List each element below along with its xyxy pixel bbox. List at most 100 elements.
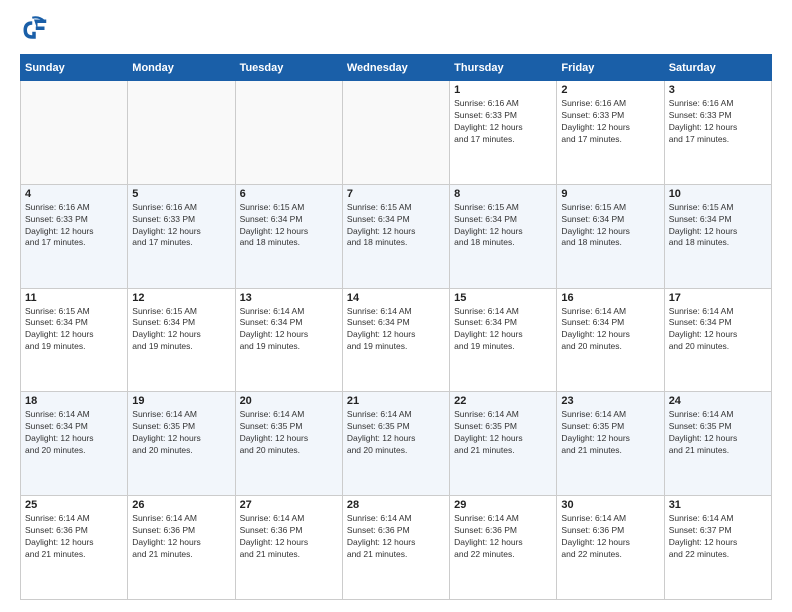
day-number: 25 [25,499,123,511]
day-number: 11 [25,292,123,304]
day-number: 7 [347,188,445,200]
day-number: 20 [240,395,338,407]
day-number: 27 [240,499,338,511]
day-info: Sunrise: 6:14 AM Sunset: 6:34 PM Dayligh… [561,306,659,354]
day-cell: 23 Sunrise: 6:14 AM Sunset: 6:35 PM Dayli… [557,392,664,496]
day-info: Sunrise: 6:15 AM Sunset: 6:34 PM Dayligh… [132,306,230,354]
day-number: 23 [561,395,659,407]
day-number: 18 [25,395,123,407]
day-cell: 2 Sunrise: 6:16 AM Sunset: 6:33 PM Daylig… [557,81,664,185]
day-info: Sunrise: 6:14 AM Sunset: 6:34 PM Dayligh… [454,306,552,354]
day-info: Sunrise: 6:14 AM Sunset: 6:34 PM Dayligh… [25,409,123,457]
header [20,16,772,44]
day-cell [342,81,449,185]
weekday-header-monday: Monday [128,55,235,81]
day-cell: 17 Sunrise: 6:14 AM Sunset: 6:34 PM Dayli… [664,288,771,392]
week-row-3: 11 Sunrise: 6:15 AM Sunset: 6:34 PM Dayli… [21,288,772,392]
day-number: 15 [454,292,552,304]
day-info: Sunrise: 6:14 AM Sunset: 6:36 PM Dayligh… [561,513,659,561]
day-info: Sunrise: 6:15 AM Sunset: 6:34 PM Dayligh… [669,202,767,250]
day-number: 31 [669,499,767,511]
day-cell: 7Sunrise: 6:15 AM Sunset: 6:34 PM Daylig… [342,184,449,288]
day-info: Sunrise: 6:15 AM Sunset: 6:34 PM Dayligh… [454,202,552,250]
day-number: 19 [132,395,230,407]
day-info: Sunrise: 6:16 AM Sunset: 6:33 PM Dayligh… [561,98,659,146]
day-cell: 26 Sunrise: 6:14 AM Sunset: 6:36 PM Dayli… [128,496,235,600]
logo-icon [20,16,48,44]
day-number: 8 [454,188,552,200]
week-row-1: 1 Sunrise: 6:16 AM Sunset: 6:33 PM Daylig… [21,81,772,185]
day-info: Sunrise: 6:14 AM Sunset: 6:34 PM Dayligh… [347,306,445,354]
day-cell: 10Sunrise: 6:15 AM Sunset: 6:34 PM Dayli… [664,184,771,288]
day-info: Sunrise: 6:14 AM Sunset: 6:35 PM Dayligh… [669,409,767,457]
week-row-2: 4 Sunrise: 6:16 AM Sunset: 6:33 PM Daylig… [21,184,772,288]
day-info: Sunrise: 6:16 AM Sunset: 6:33 PM Dayligh… [25,202,123,250]
day-cell: 15 Sunrise: 6:14 AM Sunset: 6:34 PM Dayli… [450,288,557,392]
day-info: Sunrise: 6:14 AM Sunset: 6:37 PM Dayligh… [669,513,767,561]
day-cell: 24Sunrise: 6:14 AM Sunset: 6:35 PM Dayli… [664,392,771,496]
weekday-header-tuesday: Tuesday [235,55,342,81]
day-number: 2 [561,84,659,96]
day-cell: 27Sunrise: 6:14 AM Sunset: 6:36 PM Dayli… [235,496,342,600]
weekday-header-wednesday: Wednesday [342,55,449,81]
day-cell: 21Sunrise: 6:14 AM Sunset: 6:35 PM Dayli… [342,392,449,496]
day-number: 17 [669,292,767,304]
day-info: Sunrise: 6:15 AM Sunset: 6:34 PM Dayligh… [25,306,123,354]
day-cell [235,81,342,185]
day-cell: 28Sunrise: 6:14 AM Sunset: 6:36 PM Dayli… [342,496,449,600]
day-cell: 13 Sunrise: 6:14 AM Sunset: 6:34 PM Dayli… [235,288,342,392]
day-number: 4 [25,188,123,200]
day-cell: 22Sunrise: 6:14 AM Sunset: 6:35 PM Dayli… [450,392,557,496]
day-info: Sunrise: 6:16 AM Sunset: 6:33 PM Dayligh… [454,98,552,146]
day-cell: 16 Sunrise: 6:14 AM Sunset: 6:34 PM Dayli… [557,288,664,392]
day-info: Sunrise: 6:14 AM Sunset: 6:34 PM Dayligh… [240,306,338,354]
day-number: 9 [561,188,659,200]
day-number: 1 [454,84,552,96]
day-cell: 1 Sunrise: 6:16 AM Sunset: 6:33 PM Daylig… [450,81,557,185]
day-info: Sunrise: 6:14 AM Sunset: 6:36 PM Dayligh… [25,513,123,561]
week-row-5: 25 Sunrise: 6:14 AM Sunset: 6:36 PM Dayli… [21,496,772,600]
day-info: Sunrise: 6:14 AM Sunset: 6:35 PM Dayligh… [132,409,230,457]
day-cell [128,81,235,185]
day-number: 14 [347,292,445,304]
day-info: Sunrise: 6:14 AM Sunset: 6:34 PM Dayligh… [669,306,767,354]
day-cell: 8 Sunrise: 6:15 AM Sunset: 6:34 PM Daylig… [450,184,557,288]
day-cell: 5 Sunrise: 6:16 AM Sunset: 6:33 PM Daylig… [128,184,235,288]
day-number: 5 [132,188,230,200]
day-cell: 12 Sunrise: 6:15 AM Sunset: 6:34 PM Dayli… [128,288,235,392]
day-number: 30 [561,499,659,511]
weekday-header-sunday: Sunday [21,55,128,81]
day-cell: 25 Sunrise: 6:14 AM Sunset: 6:36 PM Dayli… [21,496,128,600]
day-info: Sunrise: 6:14 AM Sunset: 6:36 PM Dayligh… [454,513,552,561]
day-info: Sunrise: 6:14 AM Sunset: 6:35 PM Dayligh… [240,409,338,457]
day-number: 6 [240,188,338,200]
weekday-header-row: SundayMondayTuesdayWednesdayThursdayFrid… [21,55,772,81]
day-info: Sunrise: 6:15 AM Sunset: 6:34 PM Dayligh… [561,202,659,250]
day-cell [21,81,128,185]
day-cell: 3Sunrise: 6:16 AM Sunset: 6:33 PM Daylig… [664,81,771,185]
weekday-header-saturday: Saturday [664,55,771,81]
day-number: 26 [132,499,230,511]
day-number: 16 [561,292,659,304]
day-info: Sunrise: 6:14 AM Sunset: 6:36 PM Dayligh… [347,513,445,561]
day-cell: 14 Sunrise: 6:14 AM Sunset: 6:34 PM Dayli… [342,288,449,392]
day-info: Sunrise: 6:16 AM Sunset: 6:33 PM Dayligh… [132,202,230,250]
day-number: 21 [347,395,445,407]
day-cell: 4 Sunrise: 6:16 AM Sunset: 6:33 PM Daylig… [21,184,128,288]
weekday-header-thursday: Thursday [450,55,557,81]
logo [20,16,52,44]
day-cell: 31 Sunrise: 6:14 AM Sunset: 6:37 PM Dayli… [664,496,771,600]
page: SundayMondayTuesdayWednesdayThursdayFrid… [0,0,792,612]
day-cell: 18 Sunrise: 6:14 AM Sunset: 6:34 PM Dayli… [21,392,128,496]
day-cell: 9 Sunrise: 6:15 AM Sunset: 6:34 PM Daylig… [557,184,664,288]
calendar: SundayMondayTuesdayWednesdayThursdayFrid… [20,54,772,600]
day-number: 12 [132,292,230,304]
day-info: Sunrise: 6:16 AM Sunset: 6:33 PM Dayligh… [669,98,767,146]
day-info: Sunrise: 6:14 AM Sunset: 6:35 PM Dayligh… [561,409,659,457]
day-number: 13 [240,292,338,304]
day-cell: 11 Sunrise: 6:15 AM Sunset: 6:34 PM Dayli… [21,288,128,392]
week-row-4: 18 Sunrise: 6:14 AM Sunset: 6:34 PM Dayli… [21,392,772,496]
day-info: Sunrise: 6:15 AM Sunset: 6:34 PM Dayligh… [240,202,338,250]
day-cell: 19 Sunrise: 6:14 AM Sunset: 6:35 PM Dayli… [128,392,235,496]
day-info: Sunrise: 6:14 AM Sunset: 6:36 PM Dayligh… [132,513,230,561]
